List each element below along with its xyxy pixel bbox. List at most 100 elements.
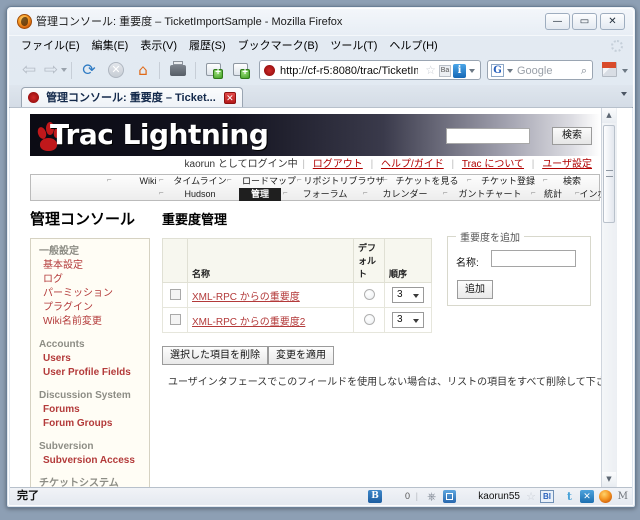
maximize-button[interactable]: ▭ xyxy=(572,13,597,30)
address-bar[interactable]: http://cf-r5:8080/trac/TicketImpor ☆ Ba … xyxy=(259,60,481,80)
nav-hudson[interactable]: Hudson xyxy=(163,188,237,201)
site-logo-text: Trac Lightning xyxy=(50,118,269,151)
sidebar-item-plugins[interactable]: プラグイン xyxy=(31,301,149,315)
forward-arrow-icon: ⇨ xyxy=(43,60,59,80)
sidebar-item-wiki-rename[interactable]: Wiki名前変更 xyxy=(31,315,149,329)
nav-forum[interactable]: フォーラム xyxy=(287,188,363,201)
menu-view[interactable]: 表示(V) xyxy=(134,36,183,56)
site-search-input[interactable] xyxy=(446,128,530,144)
page-scrollbar[interactable]: ▲ ▼ xyxy=(601,108,617,487)
sidebar-heading-discussion: Discussion System xyxy=(39,390,131,401)
minimize-button[interactable]: — xyxy=(545,13,570,30)
sidebar-item-log[interactable]: ログ xyxy=(31,273,149,287)
nav-roadmap[interactable]: ロードマップ xyxy=(231,175,307,188)
menu-file[interactable]: ファイル(E) xyxy=(15,36,86,56)
row-default-radio[interactable] xyxy=(363,289,375,301)
back-button[interactable]: ⇦ xyxy=(17,58,41,82)
metanav-help[interactable]: ヘルプ/ガイド xyxy=(381,159,444,170)
toolbar-divider-3 xyxy=(195,62,196,79)
reload-button[interactable]: ⟳ xyxy=(77,58,101,82)
menu-tools[interactable]: ツール(T) xyxy=(324,36,383,56)
scrollbar-thumb[interactable] xyxy=(603,125,615,223)
menu-history[interactable]: 履歴(S) xyxy=(183,36,232,56)
reload-icon: ⟳ xyxy=(82,60,96,79)
nav-search[interactable]: 検索 xyxy=(547,175,597,188)
menu-edit[interactable]: 編集(E) xyxy=(86,36,135,56)
tab-close-icon[interactable]: ✕ xyxy=(223,92,236,104)
status-username[interactable]: kaorun55 xyxy=(478,490,520,503)
star-icon[interactable]: ☆ xyxy=(526,490,536,503)
forward-button[interactable]: ⇨ xyxy=(39,58,63,82)
firefox-status-icon[interactable] xyxy=(599,490,612,503)
firefox-icon xyxy=(17,14,32,29)
resize-grip-icon[interactable] xyxy=(622,496,630,504)
sidebar-item-subversion-access[interactable]: Subversion Access xyxy=(31,454,149,468)
nav-calendar[interactable]: カレンダー xyxy=(367,188,443,201)
nav-view-tickets[interactable]: チケットを見る xyxy=(387,175,467,188)
menu-help[interactable]: ヘルプ(H) xyxy=(383,36,443,56)
hatena-bookmark-icon[interactable]: Ba xyxy=(439,65,451,77)
scroll-down-icon[interactable]: ▼ xyxy=(602,472,616,487)
tab-strip: 管理コンソール: 重要度 – Ticket... ✕ xyxy=(9,85,633,108)
home-button[interactable]: ⌂ xyxy=(131,58,155,82)
bookmark-star-icon[interactable]: ☆ xyxy=(425,64,436,77)
google-icon[interactable]: G xyxy=(491,64,504,77)
stop-button[interactable]: ✕ xyxy=(104,58,128,82)
row-name-link-2[interactable]: XML-RPC からの重要度2 xyxy=(192,317,305,328)
sidebar-item-basic-settings[interactable]: 基本設定 xyxy=(31,259,149,273)
bl-badge-icon[interactable]: Bl xyxy=(540,490,554,503)
row-order-select[interactable]: 3 xyxy=(392,287,424,303)
status-bar: 完了 B 0 | ⎈ kaorun55 ☆ Bl t ✕ M xyxy=(10,487,632,505)
nav-history-dropdown-icon[interactable] xyxy=(61,68,67,72)
page-info-icon[interactable]: i xyxy=(453,64,466,78)
nav-timeline[interactable]: タイムライン xyxy=(163,175,237,188)
sidebar-item-permissions[interactable]: パーミッション xyxy=(31,287,149,301)
sidebar-item-forum-groups[interactable]: Forum Groups xyxy=(31,417,149,431)
chat-icon[interactable]: ⎈ xyxy=(427,490,436,503)
add-button[interactable]: 追加 xyxy=(457,280,493,299)
site-banner: Trac Lightning 検索 xyxy=(30,114,600,156)
row-order-select-2[interactable]: 3 xyxy=(392,312,424,328)
site-favicon-icon xyxy=(263,64,276,77)
bookmark-addon-icon[interactable]: B xyxy=(368,490,382,503)
minimize-icon: — xyxy=(552,16,563,27)
sidebar-item-users[interactable]: Users xyxy=(31,352,149,366)
row-order-value: 3 xyxy=(397,289,403,300)
url-dropdown-icon[interactable] xyxy=(469,69,475,73)
apply-changes-button[interactable]: 変更を適用 xyxy=(268,346,334,365)
metanav-logout[interactable]: ログアウト xyxy=(313,159,363,170)
feed-button[interactable] xyxy=(601,60,621,80)
x-addon-icon[interactable]: ✕ xyxy=(580,490,594,503)
twitter-icon[interactable]: t xyxy=(567,490,572,503)
tab-list-icon[interactable] xyxy=(621,92,627,96)
add-bookmark-button[interactable] xyxy=(202,58,226,82)
sidebar-item-forums[interactable]: Forums xyxy=(31,403,149,417)
add-feed-button[interactable] xyxy=(229,58,253,82)
row-default-radio-2[interactable] xyxy=(363,314,375,326)
network-icon[interactable] xyxy=(443,490,456,503)
search-magnifier-icon[interactable]: ⌕ xyxy=(581,64,587,78)
close-button[interactable]: ✕ xyxy=(600,13,625,30)
row-checkbox-2[interactable] xyxy=(169,314,181,326)
search-engine-dropdown-icon[interactable] xyxy=(507,69,513,73)
site-search-button[interactable]: 検索 xyxy=(552,127,592,145)
nav-new-ticket[interactable]: チケット登録 xyxy=(471,175,545,188)
delete-selected-button[interactable]: 選択した項目を削除 xyxy=(162,346,268,365)
add-name-input[interactable] xyxy=(491,250,576,267)
metanav-about[interactable]: Trac について xyxy=(462,159,524,170)
tab-admin-console[interactable]: 管理コンソール: 重要度 – Ticket... ✕ xyxy=(21,87,243,107)
status-count: 0 xyxy=(404,491,410,501)
sidebar-item-user-profile-fields[interactable]: User Profile Fields xyxy=(31,366,149,380)
nav-admin[interactable]: 管理 xyxy=(239,188,281,201)
menu-bookmarks[interactable]: ブックマーク(B) xyxy=(232,36,325,56)
metanav-prefs[interactable]: ユーザ設定 xyxy=(542,159,592,170)
row-name-cell: XML-RPC からの重要度 xyxy=(187,282,354,308)
nav-browser[interactable]: リポジトリブラウザ xyxy=(301,175,387,188)
row-checkbox[interactable] xyxy=(169,289,181,301)
scroll-up-icon[interactable]: ▲ xyxy=(602,108,616,123)
row-name-link[interactable]: XML-RPC からの重要度 xyxy=(192,292,300,303)
toolbar-overflow-icon[interactable] xyxy=(622,69,628,73)
nav-gantt[interactable]: ガントチャート xyxy=(447,188,533,201)
print-button[interactable] xyxy=(166,58,190,82)
search-bar[interactable]: G Google ⌕ xyxy=(487,60,593,80)
